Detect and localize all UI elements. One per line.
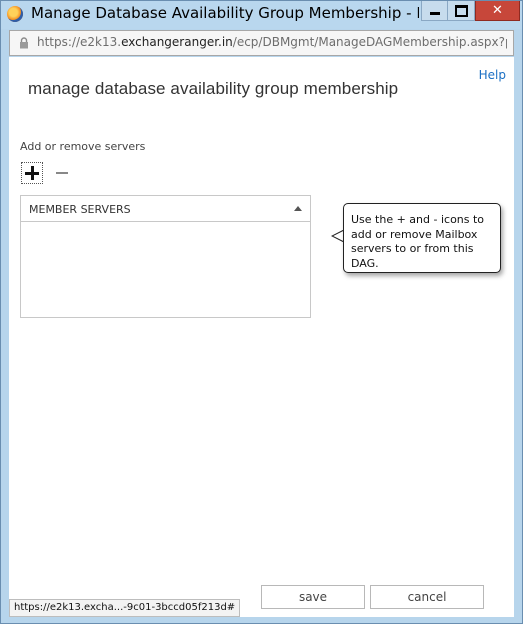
window-title: Manage Database Availability Group Membe… (31, 4, 419, 22)
page-content: Help manage database availability group … (9, 57, 514, 617)
lock-icon (20, 37, 28, 49)
url-text: https://e2k13.exchangeranger.in/ecp/DBMg… (37, 35, 507, 49)
member-servers-list[interactable]: MEMBER SERVERS (20, 195, 311, 318)
title-bar[interactable]: Manage Database Availability Group Membe… (1, 1, 522, 29)
section-label: Add or remove servers (20, 140, 146, 153)
browser-window: Manage Database Availability Group Membe… (0, 0, 523, 624)
close-icon: ✕ (492, 3, 503, 18)
column-header-label: MEMBER SERVERS (29, 203, 131, 216)
help-link[interactable]: Help (479, 68, 506, 82)
status-link-preview: https://e2k13.excha...-9c01-3bccd05f213d… (9, 599, 241, 617)
help-tooltip: Use the + and - icons to add or remove M… (343, 203, 501, 273)
address-bar[interactable]: https://e2k13.exchangeranger.in/ecp/DBMg… (9, 30, 514, 56)
minimize-button[interactable] (421, 1, 448, 21)
sort-ascending-icon[interactable] (294, 206, 302, 211)
maximize-icon (454, 4, 468, 17)
page-title: manage database availability group membe… (28, 79, 399, 98)
remove-server-button[interactable] (55, 162, 71, 184)
add-server-button[interactable] (21, 162, 43, 184)
close-button[interactable]: ✕ (475, 1, 520, 21)
maximize-button[interactable] (448, 1, 475, 21)
minimize-icon (429, 12, 440, 15)
column-header-member-servers[interactable]: MEMBER SERVERS (21, 196, 310, 222)
cancel-button[interactable]: cancel (370, 585, 484, 609)
save-button[interactable]: save (261, 585, 365, 609)
firefox-icon (7, 6, 23, 22)
